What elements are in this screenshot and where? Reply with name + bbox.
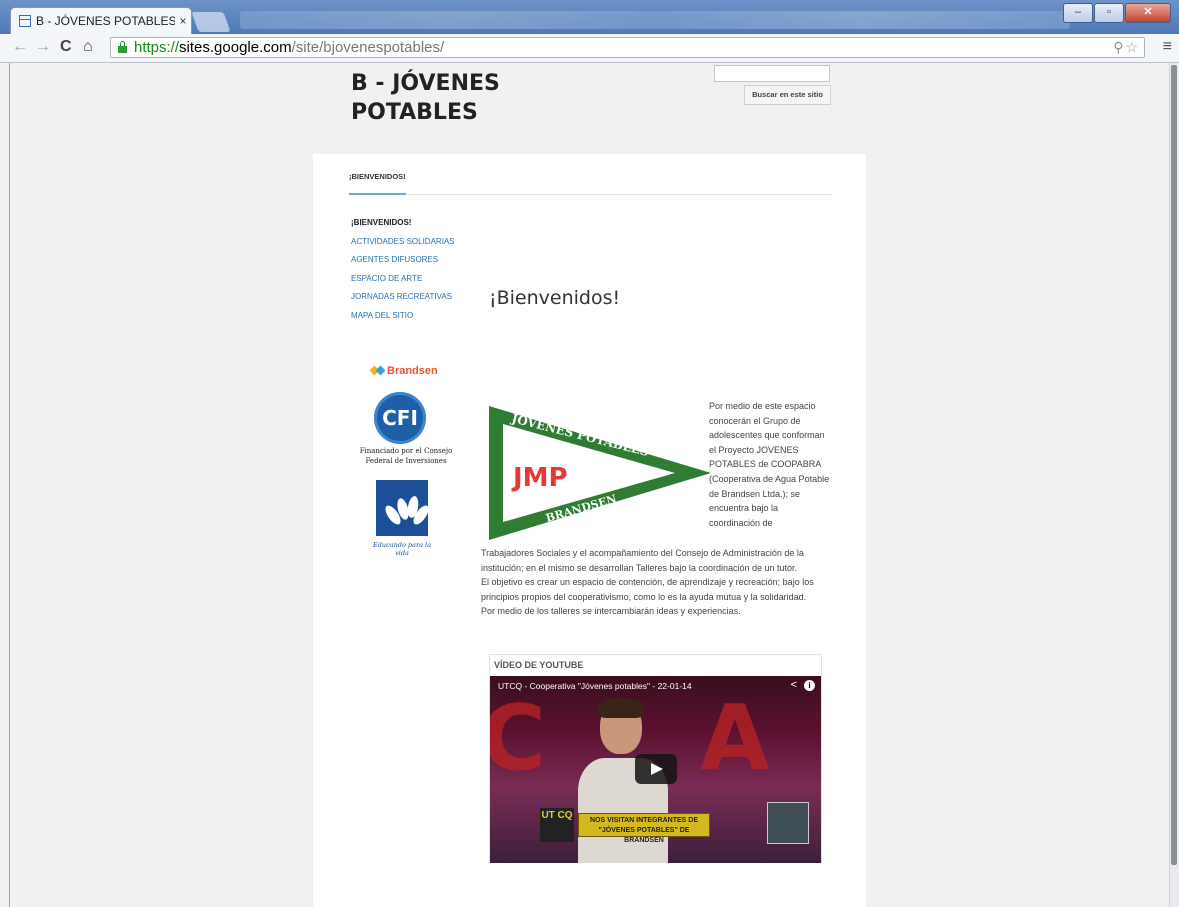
info-icon[interactable]: i bbox=[804, 680, 815, 691]
pennant-jmp-text: JMP bbox=[511, 463, 568, 493]
sidebar-item-espacio-de-arte[interactable]: ESPACIO DE ARTE bbox=[351, 270, 471, 289]
intro-text: Por medio de este espacio conocerán el G… bbox=[709, 401, 830, 528]
cfi-caption: Financiado por el Consejo Federal de Inv… bbox=[359, 447, 453, 465]
youtube-video-player[interactable]: C A UTCQ - Cooperativa "Jóvenes potables… bbox=[490, 676, 821, 863]
new-tab-button[interactable] bbox=[191, 12, 231, 32]
reload-icon[interactable]: C bbox=[60, 38, 72, 56]
page-viewport: B - JÓVENES POTABLES Buscar en este siti… bbox=[9, 63, 1172, 907]
close-icon[interactable]: ✕ bbox=[1125, 3, 1171, 23]
sidebar-item-jornadas-recreativas[interactable]: JORNADAS RECREATIVAS bbox=[351, 288, 471, 307]
menu-icon[interactable]: ≡ bbox=[1163, 38, 1172, 56]
home-icon[interactable]: ⌂ bbox=[83, 38, 93, 56]
channel-logo: UT CQ bbox=[540, 808, 574, 842]
share-icon[interactable]: < bbox=[791, 679, 797, 691]
site-title[interactable]: B - JÓVENES POTABLES bbox=[351, 69, 511, 127]
tab-bienvenidos[interactable]: ¡BIENVENIDOS! bbox=[349, 172, 406, 195]
search-input[interactable] bbox=[714, 65, 830, 82]
cfi-logo: CFI bbox=[374, 392, 426, 444]
top-navigation: ¡BIENVENIDOS! bbox=[349, 154, 833, 195]
sign-language-inset bbox=[767, 802, 809, 844]
paragraph: Por medio de los talleres se intercambia… bbox=[481, 606, 741, 617]
zoom-star-icons[interactable]: ⚲☆ bbox=[1113, 38, 1140, 57]
sidebar-item-mapa-del-sitio[interactable]: MAPA DEL SITIO bbox=[351, 307, 471, 326]
body-text: Trabajadores Sociales y el acompañamient… bbox=[481, 546, 841, 619]
sidebar-item-bienvenidos[interactable]: ¡BIENVENIDOS! bbox=[351, 214, 471, 233]
browser-toolbar: ← → C ⌂ https://sites.google.com/site/bj… bbox=[0, 34, 1179, 63]
window-controls: – ▫ ✕ bbox=[1062, 3, 1171, 23]
tab-bar: B - JÓVENES POTABLES × – ▫ ✕ bbox=[0, 0, 1179, 34]
other-tabs[interactable] bbox=[240, 11, 1070, 29]
scrollbar-thumb[interactable] bbox=[1171, 65, 1177, 865]
maximize-icon[interactable]: ▫ bbox=[1094, 3, 1124, 23]
address-bar[interactable]: https://sites.google.com/site/bjovenespo… bbox=[110, 37, 1145, 58]
back-icon[interactable]: ← bbox=[12, 38, 28, 56]
sidebar-nav: ¡BIENVENIDOS! ACTIVIDADES SOLIDARIAS AGE… bbox=[351, 214, 471, 325]
search-button[interactable]: Buscar en este sitio bbox=[744, 85, 831, 105]
browser-window: B - JÓVENES POTABLES × – ▫ ✕ ← → C ⌂ htt… bbox=[0, 0, 1179, 907]
paragraph: El objetivo es crear un espacio de conte… bbox=[481, 577, 814, 602]
forward-icon[interactable]: → bbox=[35, 38, 51, 56]
tab-title: B - JÓVENES POTABLES bbox=[36, 14, 175, 28]
page-scrollbar[interactable] bbox=[1169, 63, 1179, 907]
browser-tab[interactable]: B - JÓVENES POTABLES × bbox=[10, 7, 192, 34]
education-caption: Educando para la vida bbox=[373, 541, 431, 557]
jovenes-potables-pennant: JÓVENES POTABLES JMP BRANDSEN bbox=[489, 406, 711, 540]
sidebar-item-agentes-difusores[interactable]: AGENTES DIFUSORES bbox=[351, 251, 471, 270]
video-title[interactable]: UTCQ - Cooperativa "Jóvenes potables" - … bbox=[498, 681, 692, 691]
video-lower-third: NOS VISITAN INTEGRANTES DE "JÓVENES POTA… bbox=[578, 813, 710, 844]
sidebar-item-actividades-solidarias[interactable]: ACTIVIDADES SOLIDARIAS bbox=[351, 233, 471, 252]
paragraph: Trabajadores Sociales y el acompañamient… bbox=[481, 548, 804, 573]
content-card: ¡BIENVENIDOS! ¡BIENVENIDOS! ACTIVIDADES … bbox=[313, 154, 866, 907]
brandsen-mark-icon bbox=[371, 364, 385, 378]
brandsen-logo: Brandsen bbox=[371, 364, 438, 378]
youtube-gadget-title: VÍDEO DE YOUTUBE bbox=[494, 660, 584, 670]
education-logo bbox=[376, 480, 428, 536]
url-text: https://sites.google.com/site/bjovenespo… bbox=[134, 39, 445, 56]
page-icon bbox=[19, 15, 31, 27]
youtube-gadget: VÍDEO DE YOUTUBE C A UTCQ - Cooperativa … bbox=[489, 654, 822, 863]
play-button[interactable] bbox=[635, 754, 677, 784]
minimize-icon[interactable]: – bbox=[1063, 3, 1093, 23]
lock-icon bbox=[117, 41, 128, 53]
tab-close-icon[interactable]: × bbox=[175, 14, 191, 28]
page-title: ¡Bienvenidos! bbox=[489, 287, 621, 309]
